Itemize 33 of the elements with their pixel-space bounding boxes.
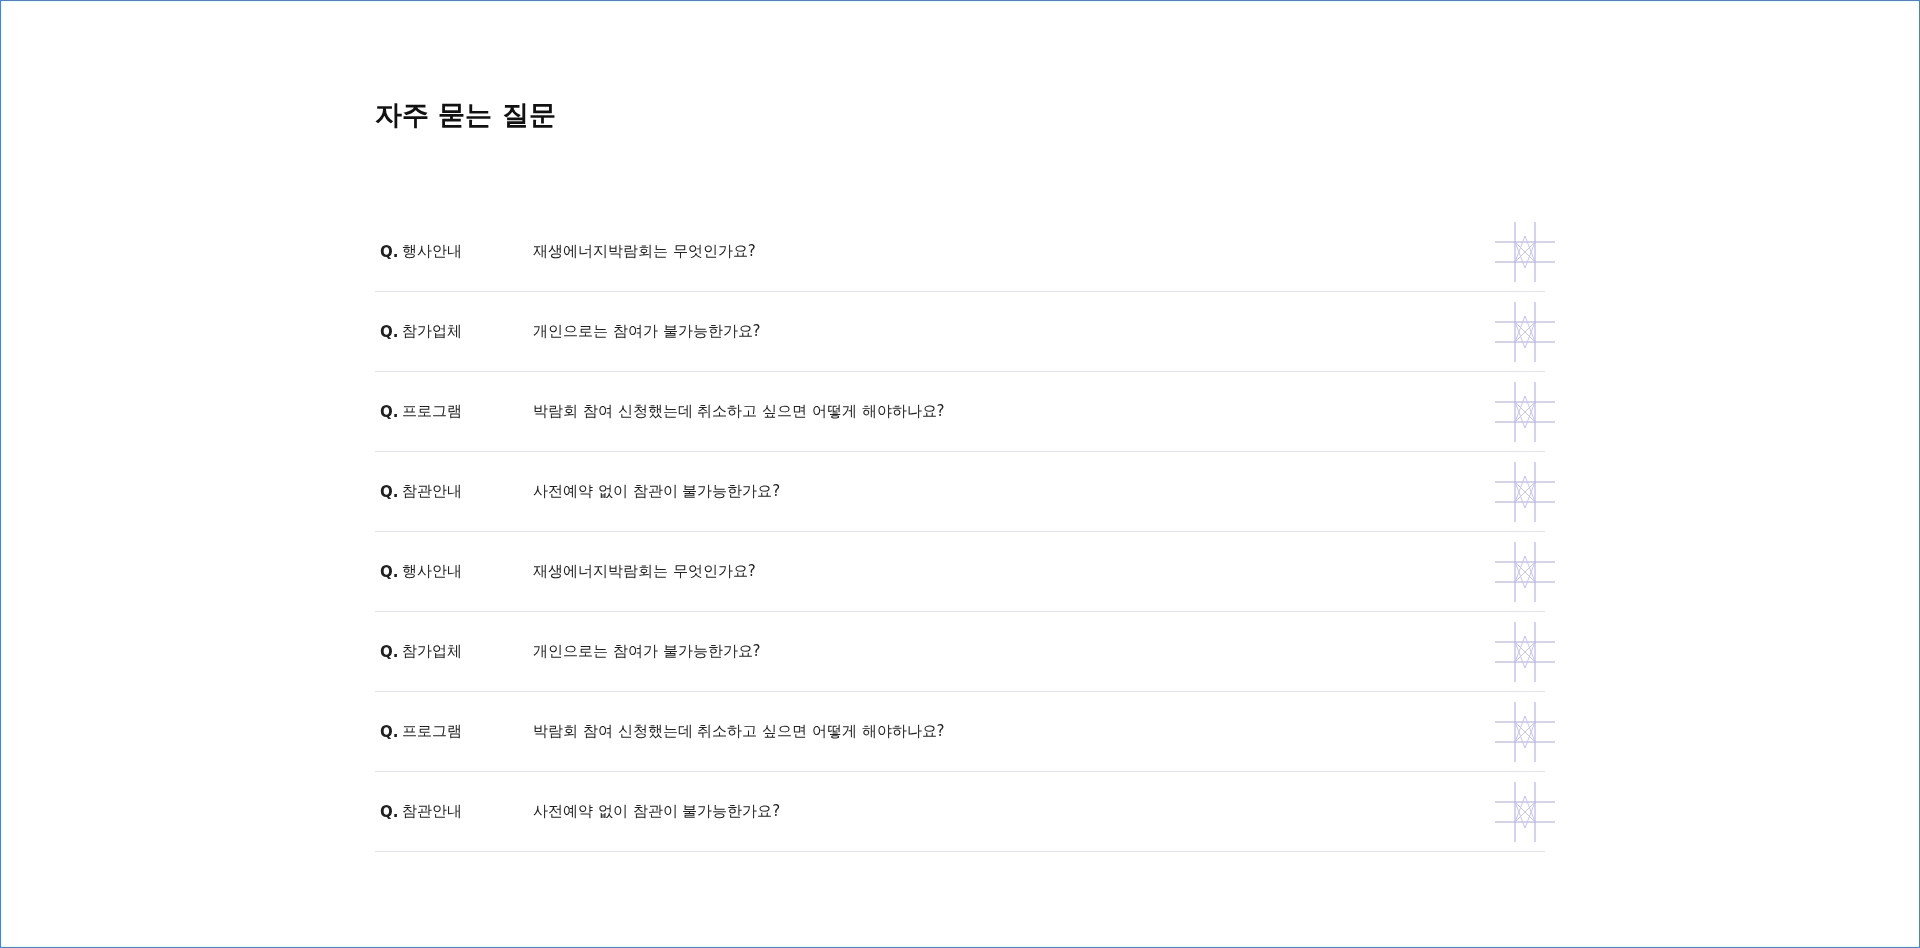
question-marker: Q. [380,322,400,341]
question-text[interactable]: 개인으로는 참여가 불가능한가요? [533,642,1545,661]
category-label: 참관안내 [402,482,463,501]
question-marker: Q. [380,482,400,501]
question-text[interactable]: 사전예약 없이 참관이 불가능한가요? [533,482,1545,501]
page-title: 자주 묻는 질문 [375,98,557,132]
category-label: 참관안내 [402,802,463,821]
question-marker: Q. [380,242,400,261]
question-marker: Q. [380,642,400,661]
category-label: 프로그램 [402,722,463,741]
question-marker: Q. [380,402,400,421]
category-label: 프로그램 [402,402,463,421]
category-label: 참가업체 [402,322,463,341]
star-grid-icon[interactable] [1495,702,1555,762]
category-label: 참가업체 [402,642,463,661]
question-marker: Q. [380,802,400,821]
question-text[interactable]: 박람회 참여 신청했는데 취소하고 싶으면 어떻게 해야하나요? [533,722,1545,741]
star-grid-icon[interactable] [1495,462,1555,522]
question-text[interactable]: 개인으로는 참여가 불가능한가요? [533,322,1545,341]
question-marker: Q. [380,722,400,741]
star-grid-icon[interactable] [1495,782,1555,842]
star-grid-icon[interactable] [1495,302,1555,362]
question-text[interactable]: 재생에너지박람회는 무엇인가요? [533,242,1545,261]
star-grid-icon[interactable] [1495,222,1555,282]
star-grid-icon[interactable] [1495,622,1555,682]
question-text[interactable]: 사전예약 없이 참관이 불가능한가요? [533,802,1545,821]
star-grid-icon[interactable] [1495,542,1555,602]
category-label: 행사안내 [402,562,463,581]
question-marker: Q. [380,562,400,581]
question-text[interactable]: 박람회 참여 신청했는데 취소하고 싶으면 어떻게 해야하나요? [533,402,1545,421]
category-label: 행사안내 [402,242,463,261]
question-text[interactable]: 재생에너지박람회는 무엇인가요? [533,562,1545,581]
star-grid-icon[interactable] [1495,382,1555,442]
